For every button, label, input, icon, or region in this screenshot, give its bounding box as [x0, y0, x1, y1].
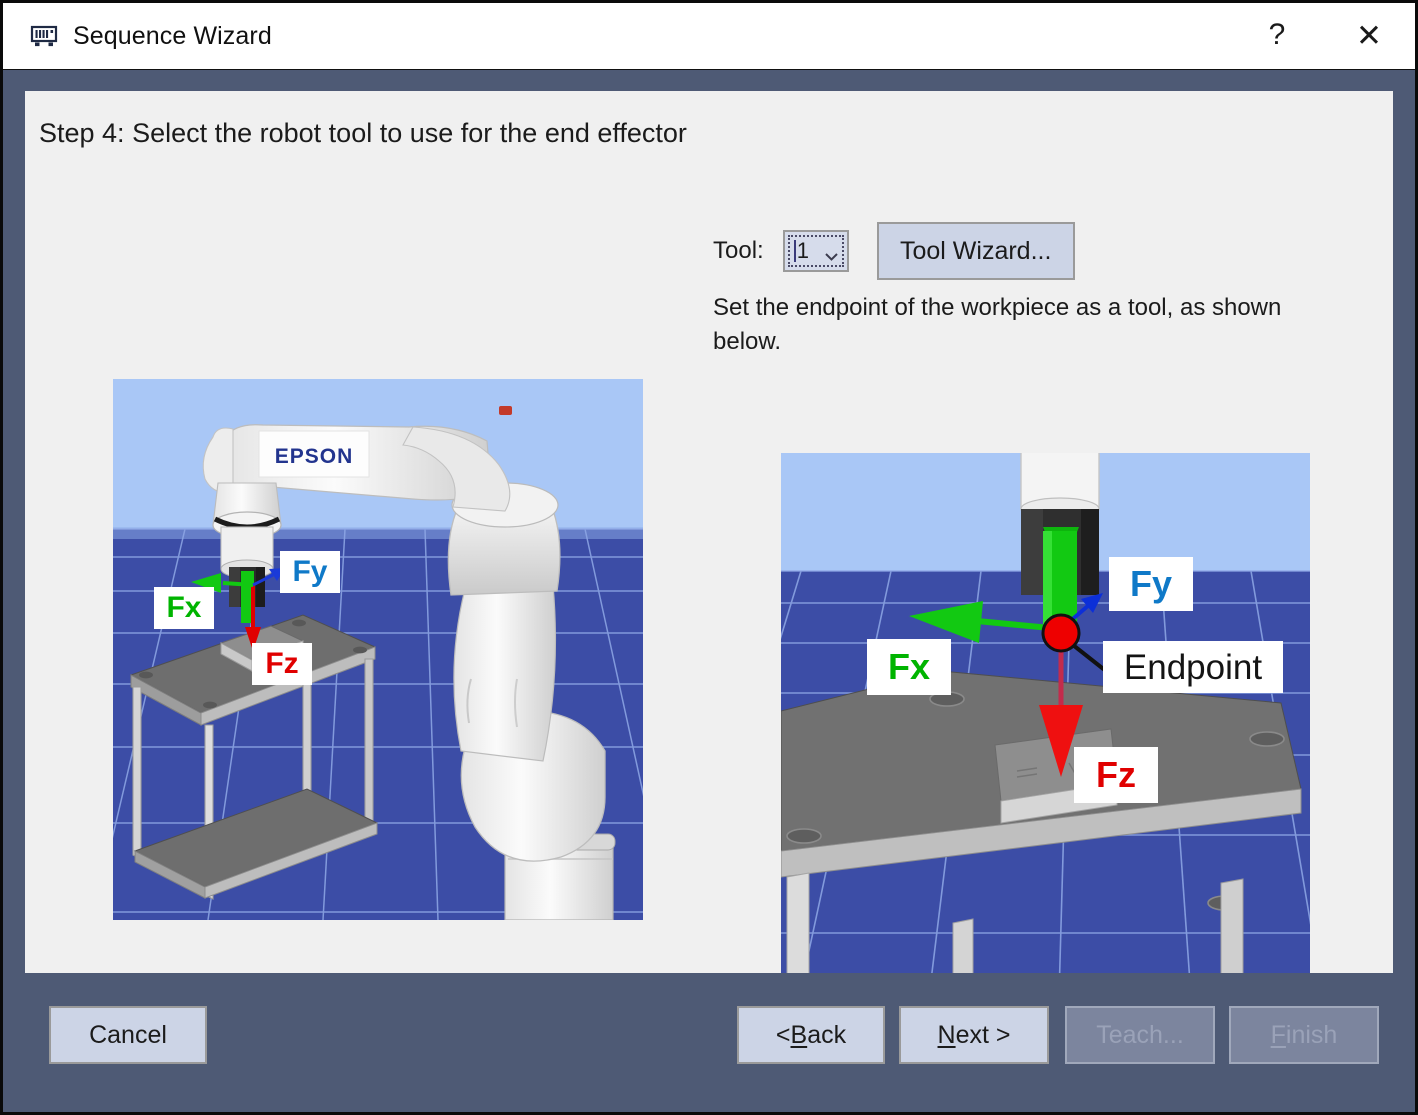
sequence-wizard-window: Sequence Wizard ? ✕ Step 4: Select the r… — [0, 0, 1418, 1115]
endpoint-detail-scene: Fy Fx Endpoint Fz — [781, 453, 1310, 997]
next-accel: N — [937, 1020, 956, 1049]
svg-text:EPSON: EPSON — [275, 445, 354, 468]
finish-button: Finish — [1229, 1006, 1379, 1064]
tool-select[interactable]: 1 — [782, 230, 849, 272]
back-rest: ack — [807, 1020, 847, 1049]
window-body: Step 4: Select the robot tool to use for… — [3, 70, 1415, 1112]
tool-selection-row: Tool: 1 Tool Wizard... — [713, 222, 1075, 280]
wizard-footer: Cancel < Back Next > Teach... Finish — [3, 973, 1415, 1112]
back-accel: B — [790, 1020, 808, 1049]
tool-wizard-button[interactable]: Tool Wizard... — [876, 222, 1075, 280]
title-bar: Sequence Wizard ? ✕ — [3, 3, 1415, 70]
axis-label-fx: Fx — [154, 587, 214, 629]
finish-rest: inish — [1285, 1020, 1338, 1049]
memory-module-icon — [29, 21, 59, 51]
axis-label-fy: Fy — [1109, 557, 1193, 611]
endpoint-label: Endpoint — [1103, 641, 1283, 693]
chevron-down-icon — [824, 248, 838, 261]
axis-label-fz: Fz — [252, 643, 312, 685]
finish-accel: F — [1270, 1020, 1286, 1049]
axis-label-fx: Fx — [867, 639, 951, 695]
next-button[interactable]: Next > — [899, 1006, 1049, 1064]
axis-label-fz: Fz — [1074, 747, 1158, 803]
axis-label-fy: Fy — [280, 551, 340, 593]
teach-button: Teach... — [1065, 1006, 1215, 1064]
robot-overview-scene: EPSON Fx Fy Fz — [113, 379, 643, 920]
window-title: Sequence Wizard — [73, 21, 272, 50]
cancel-button[interactable]: Cancel — [49, 1006, 207, 1064]
help-button[interactable]: ? — [1231, 3, 1323, 69]
instruction-text: Set the endpoint of the workpiece as a t… — [713, 294, 1282, 356]
back-button[interactable]: < Back — [737, 1006, 885, 1064]
tool-label: Tool: — [713, 237, 764, 264]
next-rest: ext > — [955, 1020, 1011, 1049]
close-button[interactable]: ✕ — [1323, 3, 1415, 69]
title-bar-buttons: ? ✕ — [1231, 3, 1415, 69]
back-prefix: < — [775, 1020, 791, 1049]
tool-select-value: 1 — [793, 240, 809, 262]
wizard-content-panel: Step 4: Select the robot tool to use for… — [25, 91, 1393, 1023]
page-title: Step 4: Select the robot tool to use for… — [39, 118, 687, 148]
